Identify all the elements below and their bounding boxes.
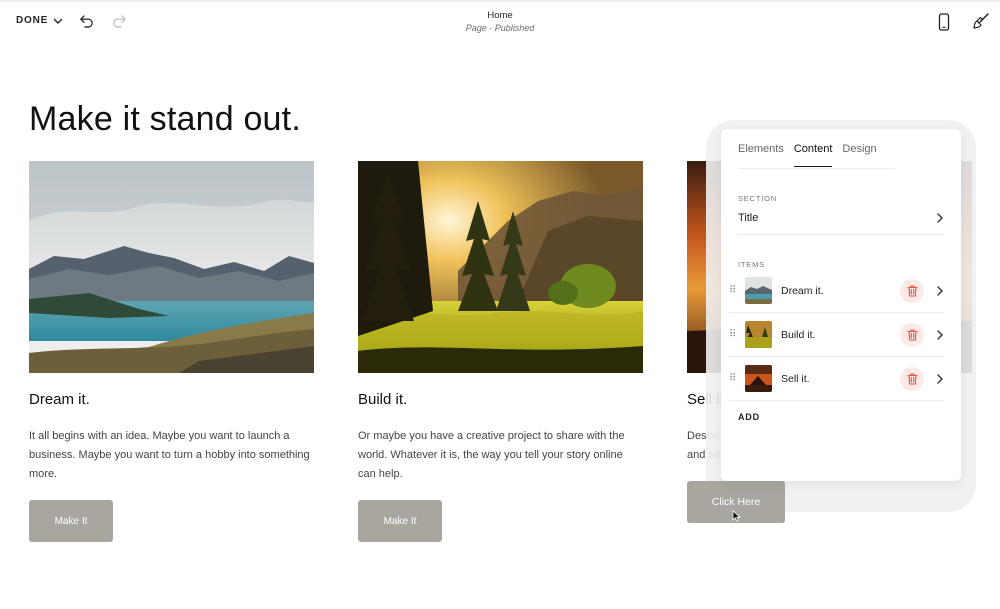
done-label: DONE [16,15,49,26]
chevron-right-icon [937,373,943,384]
tabs-divider [738,168,895,169]
card-image-forest-meadow[interactable] [358,161,643,373]
card-body[interactable]: Or maybe you have a creative project to … [358,427,643,484]
card-title[interactable]: Build it. [358,391,407,408]
add-item-button[interactable]: ADD [738,412,760,422]
trash-icon [906,372,918,385]
item-label: Sell it. [781,372,810,385]
mobile-preview-icon[interactable] [938,13,950,31]
chevron-down-icon [53,18,63,24]
page-headline[interactable]: Make it stand out. [29,100,301,139]
card-build: Build it. Or maybe you have a creative p… [358,161,643,542]
section-title-row[interactable]: Title [738,207,944,235]
drag-handle-icon[interactable]: ⠿ [729,329,739,340]
trash-icon [906,284,918,297]
list-item-build[interactable]: ⠿ Build it. [729,313,944,357]
done-button[interactable]: DONE [16,15,63,26]
undo-icon[interactable] [79,14,95,28]
chevron-right-icon [937,285,943,296]
chevron-right-icon [937,329,943,340]
item-label: Dream it. [781,284,824,297]
tab-content[interactable]: Content [793,143,833,167]
item-thumbnail [745,365,772,392]
item-thumbnail [745,277,772,304]
panel-tabs: Elements Content Design [738,143,887,167]
content-editor-panel: Elements Content Design SECTION Title IT… [721,129,961,481]
tab-elements[interactable]: Elements [738,143,784,167]
card-dream: Dream it. It all begins with an idea. Ma… [29,161,314,542]
drag-handle-icon[interactable]: ⠿ [729,373,739,384]
delete-item-button[interactable] [900,366,924,391]
card-title[interactable]: Dream it. [29,391,90,408]
page-status: Home Page · Published [400,10,600,33]
page-title: Home [487,10,513,21]
page-publish-status: Page · Published [465,23,535,33]
list-item-sell[interactable]: ⠿ Sell it. [729,357,944,401]
delete-item-button[interactable] [900,278,924,303]
items-label: ITEMS [738,260,765,269]
card-button-make-it[interactable]: Make It [358,500,442,542]
toolbar-top-edge [0,0,1000,2]
item-label: Build it. [781,328,816,341]
tab-design[interactable]: Design [842,143,876,167]
design-brush-icon[interactable] [972,12,990,30]
delete-item-button[interactable] [900,322,924,347]
drag-handle-icon[interactable]: ⠿ [729,285,739,296]
list-item-dream[interactable]: ⠿ Dream it. [729,269,944,313]
card-image-lake-mountains[interactable] [29,161,314,373]
trash-icon [906,328,918,341]
section-label: SECTION [738,194,777,203]
mouse-cursor-icon [732,510,741,522]
editor-toolbar: DONE Home Page · Published [0,0,1000,44]
chevron-right-icon [937,212,943,223]
card-body[interactable]: It all begins with an idea. Maybe you wa… [29,427,314,484]
redo-icon[interactable] [111,14,127,28]
card-button-make-it[interactable]: Make It [29,500,113,542]
section-title-value: Title [738,211,759,224]
item-thumbnail [745,321,772,348]
